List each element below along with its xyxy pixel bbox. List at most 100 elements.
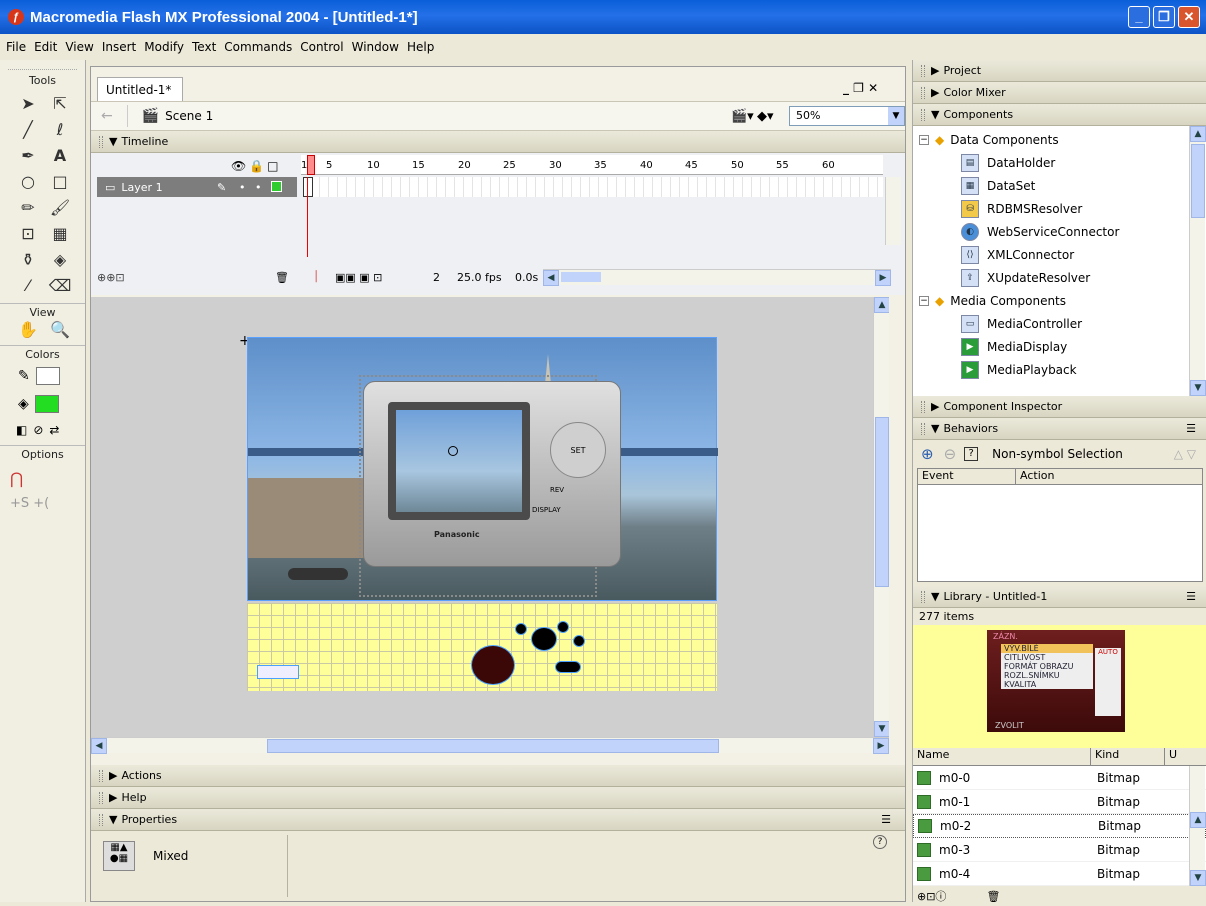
library-col-kind[interactable]: Kind [1091,748,1165,765]
menu-insert[interactable]: Insert [102,40,136,54]
text-tool-icon[interactable]: A [46,145,74,167]
behaviors-col-action[interactable]: Action [1016,469,1054,484]
scroll-up-icon[interactable]: ▲ [874,297,889,313]
eraser-icon[interactable]: ⌫ [46,275,74,297]
trash-icon[interactable]: 🗑 [275,271,289,284]
layer-row[interactable]: ▭ Layer 1 ✎ • • [97,177,297,197]
help-icon[interactable]: ? [873,835,887,849]
menu-file[interactable]: File [6,40,26,54]
camera-image[interactable]: SET REV DISPLAY Panasonic [363,381,621,567]
library-trash-icon[interactable]: 🗑 [986,890,1000,903]
help-panel-header[interactable]: ▶ Help [91,787,905,809]
line-tool-icon[interactable]: ╱ [14,119,42,141]
menu-control[interactable]: Control [300,40,343,54]
scroll-down-icon[interactable]: ▼ [874,721,889,737]
component-xupdateresolver[interactable]: ⇪ XUpdateResolver [961,266,1200,289]
snap-magnet-icon[interactable]: ⋂ [10,469,85,488]
dark-circle-medium[interactable] [531,627,557,651]
component-dataholder[interactable]: ▤ DataHolder [961,151,1200,174]
ink-bottle-icon[interactable]: ⚱ [14,249,42,271]
eyedropper-icon[interactable]: ⁄ [14,275,42,297]
tree-group-data[interactable]: − ◆ Data Components [919,128,1200,151]
menu-edit[interactable]: Edit [34,40,57,54]
oval-tool-icon[interactable]: ○ [14,171,42,193]
timeline-hscroll[interactable]: ◀ ▶ [543,269,891,286]
component-dataset[interactable]: ▦ DataSet [961,174,1200,197]
scroll-up-icon[interactable]: ▲ [1190,126,1206,142]
library-col-name[interactable]: Name [913,748,1091,765]
tree-group-media[interactable]: − ◆ Media Components [919,289,1200,312]
paint-bucket-icon[interactable]: ◈ [46,249,74,271]
keyframe[interactable] [303,177,313,197]
smooth-straighten-icon[interactable]: +S +( [10,496,85,511]
stage-vscroll[interactable]: ▲ ▼ [873,297,889,737]
small-dot-2[interactable] [557,621,569,633]
menu-commands[interactable]: Commands [224,40,292,54]
component-rdbmsresolver[interactable]: ⛁ RDBMSResolver [961,197,1200,220]
behaviors-header[interactable]: ▼ Behaviors ☰ [913,418,1206,440]
chevron-down-icon[interactable]: ▼ [888,107,904,125]
library-row[interactable]: m0-2 Bitmap [913,814,1206,838]
minimize-button[interactable]: _ [1128,6,1150,28]
library-vscroll[interactable]: ▲ ▼ [1189,766,1206,886]
menu-help[interactable]: Help [407,40,434,54]
scroll-right-icon[interactable]: ▶ [875,270,891,286]
hand-tool-icon[interactable]: ✋ [14,319,42,341]
components-header[interactable]: ▼ Components [913,104,1206,126]
lasso-tool-icon[interactable]: ℓ [46,119,74,141]
grid-area[interactable] [247,603,717,691]
scene-name[interactable]: Scene 1 [165,109,213,123]
component-mediacontroller[interactable]: ▭ MediaController [961,312,1200,335]
document-window-controls[interactable]: _ ❐ ✕ [843,81,878,95]
free-transform-icon[interactable]: ⊡ [14,223,42,245]
layer-frames[interactable] [303,177,883,257]
timeline-vscroll[interactable] [885,177,901,245]
component-mediaplayback[interactable]: ▶ MediaPlayback [961,358,1200,381]
close-button[interactable]: ✕ [1178,6,1200,28]
library-col-use[interactable]: U [1165,748,1177,765]
library-row[interactable]: m0-4 Bitmap [913,862,1206,886]
small-selection[interactable] [257,665,299,679]
rectangle-tool-icon[interactable]: □ [46,171,74,193]
no-color-icon[interactable]: ⊘ [33,423,43,437]
maximize-button[interactable]: ❐ [1153,6,1175,28]
small-oval[interactable] [555,661,581,673]
swap-colors-icon[interactable]: ⇄ [49,423,59,437]
black-white-icon[interactable]: ◧ [16,423,27,437]
component-inspector-header[interactable]: ▶ Component Inspector [913,396,1206,418]
behavior-help-icon[interactable]: ? [964,447,979,461]
menu-window[interactable]: Window [352,40,399,54]
layer-outline-color[interactable] [271,181,282,192]
stage-area[interactable]: + SET REV DISPLAY Panasonic ▲ ▼ [91,297,889,737]
stage-scroll-left-icon[interactable]: ◀ [91,738,107,754]
component-mediadisplay[interactable]: ▶ MediaDisplay [961,335,1200,358]
small-dot-1[interactable] [515,623,527,635]
scroll-left-icon[interactable]: ◀ [543,270,559,286]
edit-symbols-icon[interactable]: ◆▾ [757,109,774,124]
components-vscroll[interactable]: ▲ ▼ [1189,126,1206,396]
pen-tool-icon[interactable]: ✒ [14,145,42,167]
subselect-tool-icon[interactable]: ⇱ [46,93,74,115]
panel-options-icon[interactable]: ☰ [881,813,891,826]
menu-text[interactable]: Text [192,40,216,54]
menu-modify[interactable]: Modify [144,40,184,54]
brush-tool-icon[interactable]: 🖌 [46,197,74,219]
library-row[interactable]: m0-0 Bitmap [913,766,1206,790]
playhead[interactable] [307,155,315,175]
library-row[interactable]: m0-3 Bitmap [913,838,1206,862]
layer-toggle-icons[interactable]: 👁🔒□ [231,159,282,173]
fill-transform-icon[interactable]: ▦ [46,223,74,245]
library-row[interactable]: m0-1 Bitmap [913,790,1206,814]
dark-circle-large[interactable] [471,645,515,685]
frame-ruler[interactable]: 1 5 10 15 20 25 30 35 40 45 50 55 60 [301,155,883,175]
stage-hscroll[interactable]: ◀ ▶ [91,737,889,754]
arrow-tool-icon[interactable]: ➤ [14,93,42,115]
add-layer-icons[interactable]: ⊕⊕⊡ [97,271,125,284]
timeline-header[interactable]: ▼ Timeline [91,131,905,153]
scroll-up-icon[interactable]: ▲ [1190,812,1206,828]
move-up-down-icon[interactable]: △ ▽ [1174,447,1196,461]
component-xmlconnector[interactable]: ⟨⟩ XMLConnector [961,243,1200,266]
tab-untitled-1[interactable]: Untitled-1* [97,77,183,101]
color-mixer-header[interactable]: ▶ Color Mixer [913,82,1206,104]
remove-behavior-icon[interactable]: ⊖ [944,445,957,463]
